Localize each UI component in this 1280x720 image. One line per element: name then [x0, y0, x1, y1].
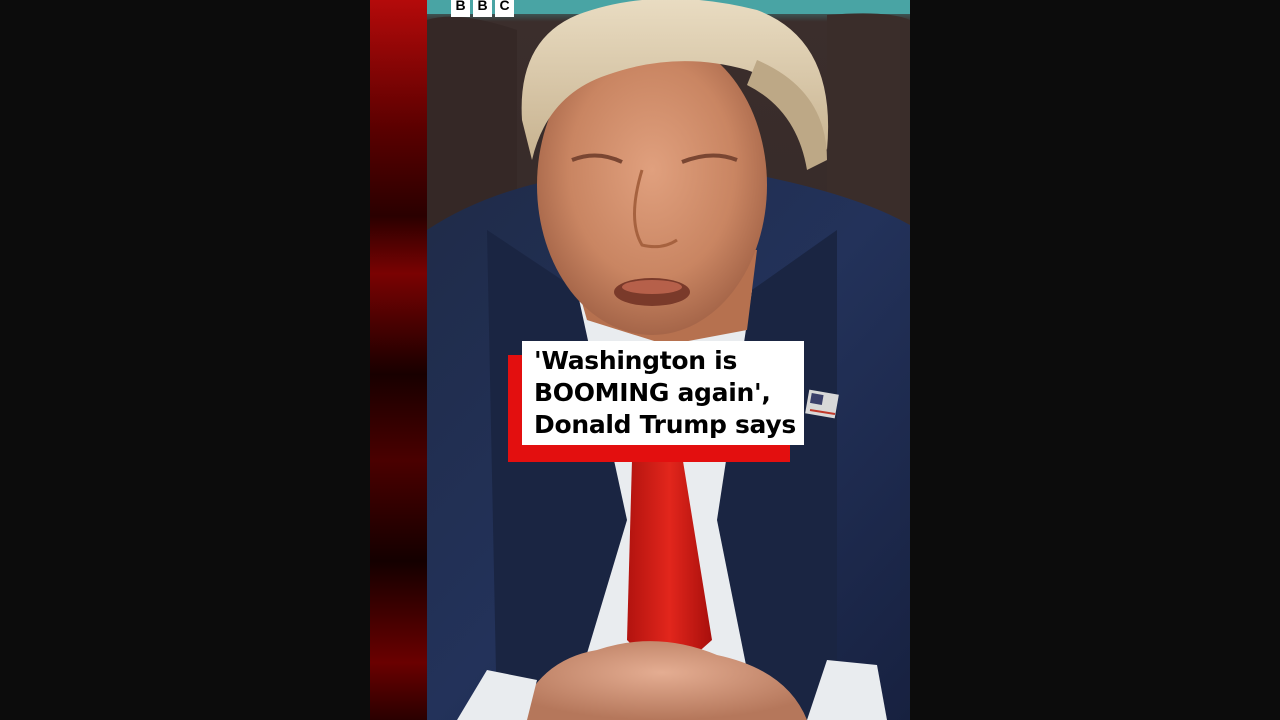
caption-line-2: BOOMING again', [534, 378, 771, 407]
caption-line-3: Donald Trump says [534, 410, 796, 439]
caption-line-1: 'Washington is [534, 346, 738, 375]
caption-overlay: 'Washington is BOOMING again', Donald Tr… [508, 341, 804, 462]
bbc-logo-block-1: B [451, 0, 470, 17]
bbc-logo-block-2: B [473, 0, 492, 17]
bbc-logo: B B C [451, 0, 514, 17]
bbc-logo-block-3: C [495, 0, 514, 17]
caption-box: 'Washington is BOOMING again', Donald Tr… [522, 341, 804, 445]
red-side-band [370, 0, 427, 720]
video-player[interactable]: B B C 'Washington is BOOMING again', Don… [0, 0, 1280, 720]
